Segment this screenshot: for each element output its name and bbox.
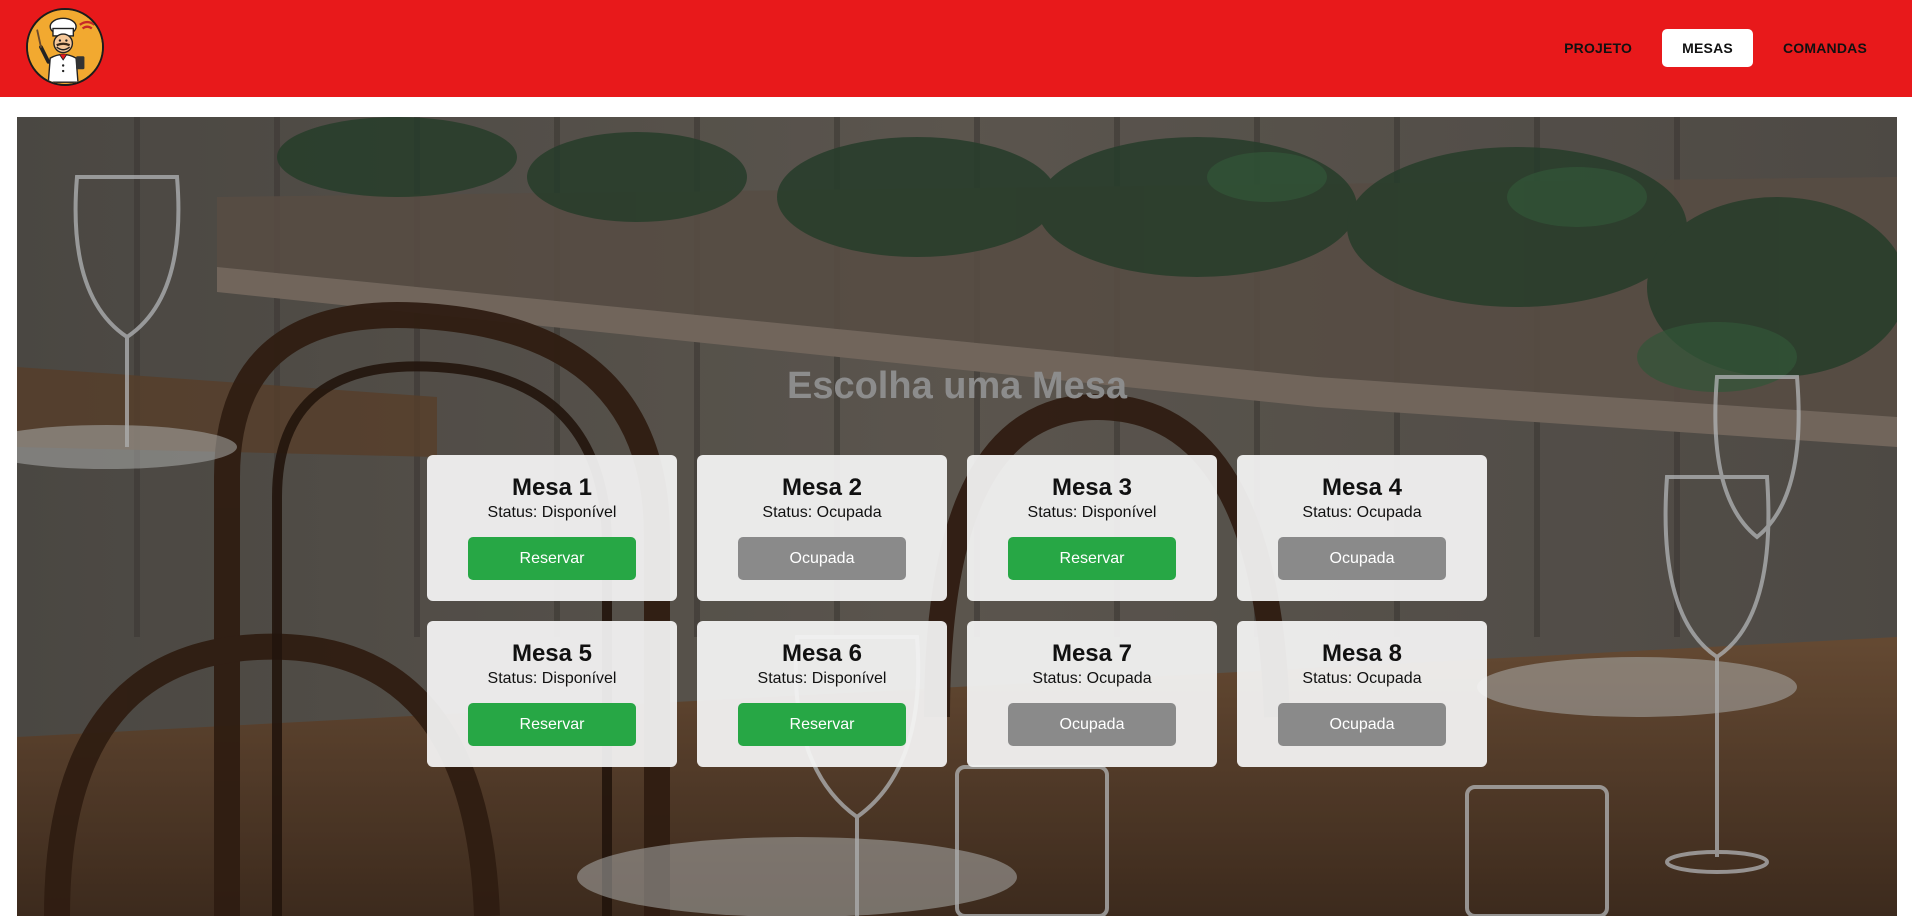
table-status: Status: Ocupada (762, 504, 882, 521)
nav-item-projeto[interactable]: PROJETO (1544, 29, 1652, 67)
table-title: Mesa 5 (511, 640, 593, 667)
table-status: Status: Disponível (487, 504, 617, 521)
reserve-button[interactable]: Reservar (738, 703, 906, 746)
occupied-button[interactable]: Ocupada (1278, 703, 1446, 746)
occupied-button[interactable]: Ocupada (1278, 537, 1446, 580)
reserve-button[interactable]: Reservar (468, 703, 636, 746)
occupied-button[interactable]: Ocupada (1008, 703, 1176, 746)
table-card-6: Mesa 6 Status: Disponível Reservar (697, 621, 947, 767)
table-title: Mesa 1 (511, 474, 593, 501)
table-card-2: Mesa 2 Status: Ocupada Ocupada (697, 455, 947, 601)
table-status: Status: Ocupada (1302, 670, 1422, 687)
table-card-8: Mesa 8 Status: Ocupada Ocupada (1237, 621, 1487, 767)
chef-mascot-icon[interactable] (26, 8, 104, 86)
reserve-button[interactable]: Reservar (1008, 537, 1176, 580)
table-card-1: Mesa 1 Status: Disponível Reservar (427, 455, 677, 601)
table-status: Status: Disponível (757, 670, 887, 687)
restaurant-hero: Escolha uma Mesa Mesa 1 Status: Disponív… (17, 117, 1897, 916)
table-status: Status: Ocupada (1302, 504, 1422, 521)
nav-item-mesas[interactable]: MESAS (1662, 29, 1753, 67)
table-status: Status: Disponível (487, 670, 617, 687)
table-card-7: Mesa 7 Status: Ocupada Ocupada (967, 621, 1217, 767)
page-title: Escolha uma Mesa (786, 365, 1128, 407)
tables-grid: Mesa 1 Status: Disponível Reservar Mesa … (427, 455, 1488, 767)
table-card-3: Mesa 3 Status: Disponível Reservar (967, 455, 1217, 601)
nav-item-comandas[interactable]: COMANDAS (1763, 29, 1887, 67)
reserve-button[interactable]: Reservar (468, 537, 636, 580)
table-title: Mesa 2 (781, 474, 863, 501)
table-card-4: Mesa 4 Status: Ocupada Ocupada (1237, 455, 1487, 601)
table-title: Mesa 4 (1321, 474, 1403, 501)
top-navbar: PROJETO MESAS COMANDAS (0, 0, 1912, 97)
main-nav: PROJETO MESAS COMANDAS (1544, 29, 1887, 67)
occupied-button[interactable]: Ocupada (738, 537, 906, 580)
table-status: Status: Disponível (1027, 504, 1157, 521)
table-card-5: Mesa 5 Status: Disponível Reservar (427, 621, 677, 767)
table-title: Mesa 7 (1051, 640, 1133, 667)
table-title: Mesa 3 (1051, 474, 1133, 501)
table-title: Mesa 6 (781, 640, 863, 667)
table-title: Mesa 8 (1321, 640, 1403, 667)
table-status: Status: Ocupada (1032, 670, 1152, 687)
